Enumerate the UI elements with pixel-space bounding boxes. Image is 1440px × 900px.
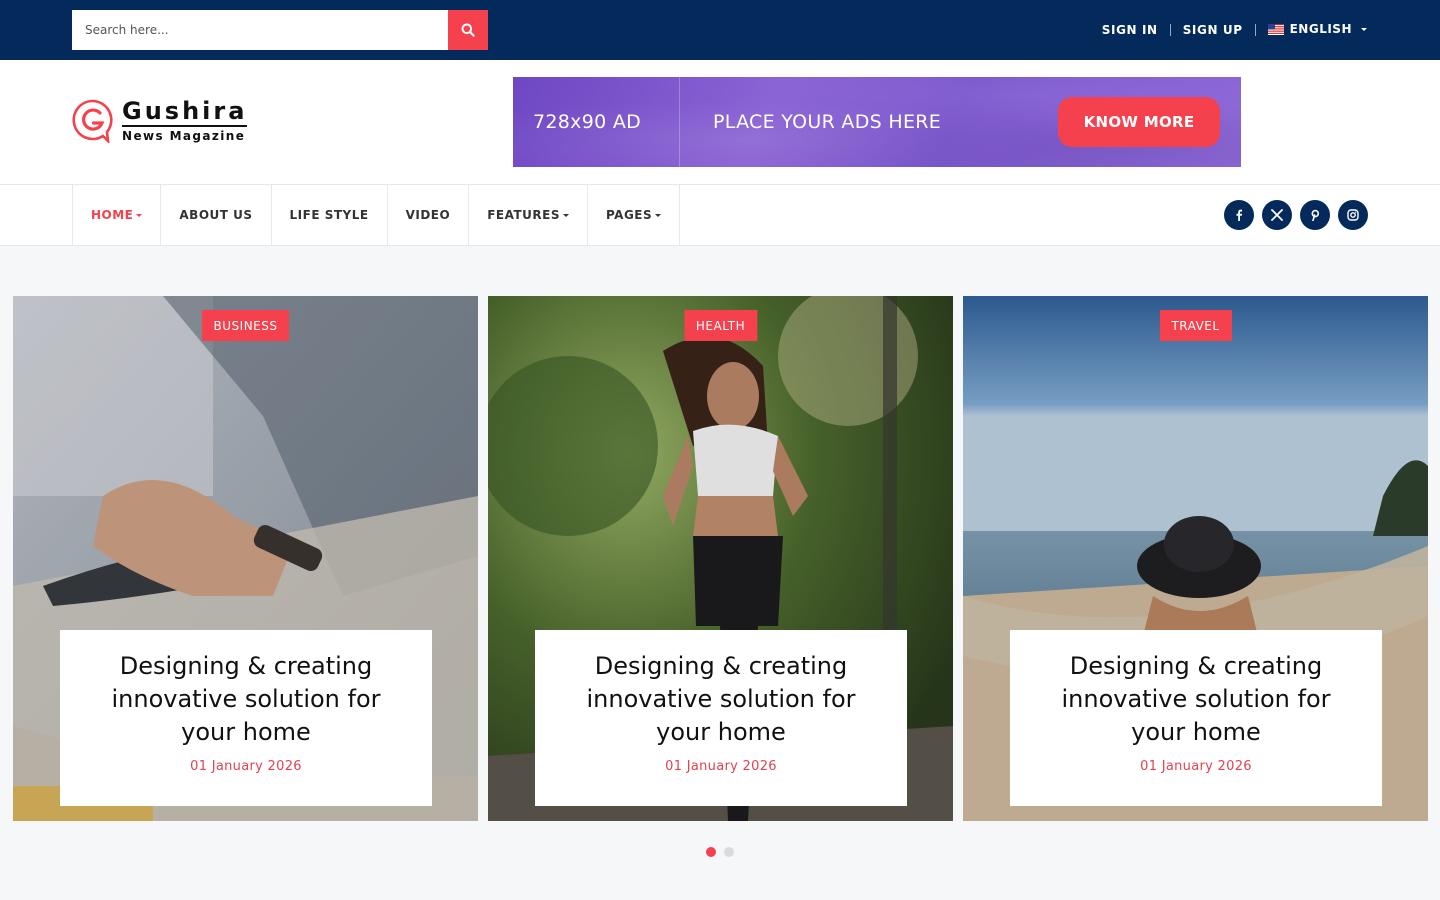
category-badge[interactable]: TRAVEL <box>1159 310 1232 341</box>
ad-size-label: 728x90 AD <box>533 111 642 133</box>
slider-dot-2[interactable] <box>724 847 734 857</box>
slide-date: 01 January 2026 <box>1140 759 1252 774</box>
nav-item-home[interactable]: HOME <box>73 184 162 246</box>
nav-item-life-style[interactable]: LIFE STYLE <box>272 184 388 246</box>
language-label: ENGLISH <box>1289 22 1352 36</box>
sign-in-link[interactable]: SIGN IN <box>1102 23 1158 37</box>
divider <box>1169 24 1171 36</box>
nav-item-features[interactable]: FEATURES <box>469 184 588 246</box>
brand-tagline: News Magazine <box>122 129 246 143</box>
slide-card: Designing & creating innovative solution… <box>60 630 432 806</box>
site-logo[interactable]: Gushira News Magazine <box>72 97 248 143</box>
chevron-down-icon <box>136 213 143 217</box>
slider-dot-1[interactable] <box>706 847 716 857</box>
chevron-down-icon <box>562 213 569 217</box>
slide-travel[interactable]: TRAVEL Designing & creating innovative s… <box>963 296 1428 821</box>
social-links <box>1224 200 1368 230</box>
main-nav: HOME ABOUT US LIFE STYLE VIDEO FEATURES … <box>0 184 1440 246</box>
slide-card: Designing & creating innovative solution… <box>1010 630 1382 806</box>
pinterest-icon <box>1311 209 1320 221</box>
ad-title: PLACE YOUR ADS HERE <box>713 111 942 133</box>
nav-item-video[interactable]: VIDEO <box>388 184 470 246</box>
search-icon <box>461 23 475 37</box>
sign-up-link[interactable]: SIGN UP <box>1183 23 1243 37</box>
us-flag-icon <box>1267 23 1284 35</box>
divider <box>1254 24 1256 36</box>
slider-pagination <box>706 847 734 857</box>
chevron-down-icon <box>655 213 662 217</box>
slide-title[interactable]: Designing & creating innovative solution… <box>535 650 907 749</box>
x-icon <box>1271 209 1283 221</box>
slide-health[interactable]: HEALTH Designing & creating innovative s… <box>488 296 953 821</box>
account-links: SIGN IN SIGN UP ENGLISH <box>1102 0 1367 60</box>
nav-item-pages[interactable]: PAGES <box>588 184 681 246</box>
know-more-button[interactable]: KNOW MORE <box>1058 97 1220 147</box>
search-form <box>72 10 488 50</box>
instagram-link[interactable] <box>1338 200 1368 230</box>
category-badge[interactable]: HEALTH <box>683 310 758 341</box>
slide-title[interactable]: Designing & creating innovative solution… <box>1010 650 1382 749</box>
top-bar: SIGN IN SIGN UP ENGLISH <box>0 0 1440 60</box>
slide-date: 01 January 2026 <box>665 759 777 774</box>
logo-g-icon <box>72 99 113 143</box>
nav-menu: HOME ABOUT US LIFE STYLE VIDEO FEATURES … <box>72 184 681 246</box>
facebook-link[interactable] <box>1224 200 1254 230</box>
category-badge[interactable]: BUSINESS <box>201 310 290 341</box>
brand-name: Gushira <box>122 97 248 127</box>
slide-business[interactable]: BUSINESS Designing & creating innovative… <box>13 296 478 821</box>
facebook-icon <box>1236 209 1243 221</box>
x-link[interactable] <box>1262 200 1292 230</box>
chevron-down-icon <box>1361 27 1367 31</box>
language-selector[interactable]: ENGLISH <box>1267 22 1367 36</box>
featured-slider: BUSINESS Designing & creating innovative… <box>13 296 1428 821</box>
slide-title[interactable]: Designing & creating innovative solution… <box>60 650 432 749</box>
ad-divider <box>679 77 680 167</box>
nav-item-about-us[interactable]: ABOUT US <box>161 184 272 246</box>
search-button[interactable] <box>448 10 488 50</box>
slide-date: 01 January 2026 <box>190 759 302 774</box>
slide-card: Designing & creating innovative solution… <box>535 630 907 806</box>
pinterest-link[interactable] <box>1300 200 1330 230</box>
instagram-icon <box>1347 209 1359 221</box>
ad-banner[interactable]: 728x90 AD PLACE YOUR ADS HERE KNOW MORE <box>513 77 1241 167</box>
search-input[interactable] <box>72 10 448 50</box>
site-header: Gushira News Magazine 728x90 AD PLACE YO… <box>0 60 1440 184</box>
